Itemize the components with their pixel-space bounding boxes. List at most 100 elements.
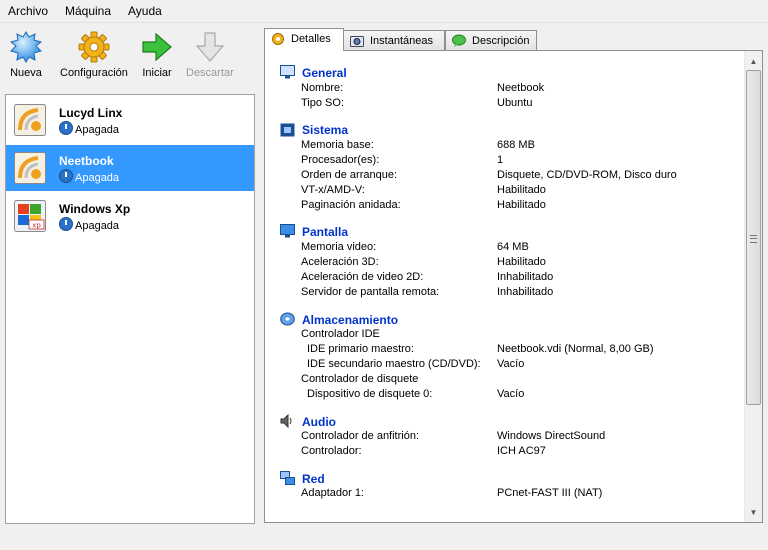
detail-label: Controlador de disquete [301, 373, 419, 385]
vertical-scrollbar[interactable]: ▲ ▼ [744, 51, 762, 522]
tab-details[interactable]: Detalles [264, 28, 344, 51]
new-button-label: Nueva [10, 67, 42, 79]
camera-icon [350, 34, 364, 47]
detail-label: Servidor de pantalla remota: [301, 286, 440, 298]
vm-item[interactable]: xp Windows Xp Apagada [6, 193, 254, 239]
detail-label: Memoria base: [301, 139, 374, 151]
details-panel: General Nombre: Neetbook Tipo SO: Ubuntu… [264, 50, 763, 523]
detail-label: Dispositivo de disquete 0: [307, 388, 433, 400]
power-off-icon [59, 217, 73, 231]
vm-state: Apagada [59, 169, 119, 184]
detail-value: Inhabilitado [497, 286, 554, 298]
display-icon [280, 224, 295, 238]
arrow-down-icon [194, 31, 226, 63]
detail-label: Paginación anidada: [301, 199, 401, 211]
tab-snapshots-label: Instantáneas [370, 35, 433, 47]
toolbar: Nueva Configuración Iniciar Descartar [0, 23, 260, 87]
speaker-icon [280, 413, 295, 429]
detail-value: Habilitado [497, 184, 546, 196]
detail-label: Controlador IDE [301, 328, 380, 340]
detail-label: Tipo SO: [301, 97, 344, 109]
section-audio-title: Audio [302, 415, 336, 429]
vm-state-label: Apagada [75, 124, 120, 136]
detail-value: Disquete, CD/DVD-ROM, Disco duro [497, 169, 677, 181]
network-icon [280, 471, 295, 485]
tab-snapshots[interactable]: Instantáneas [343, 30, 445, 50]
menu-archivo[interactable]: Archivo [8, 4, 48, 18]
detail-label: IDE secundario maestro (CD/DVD): [307, 358, 481, 370]
detail-value: Ubuntu [497, 97, 533, 109]
discard-button[interactable]: Descartar [186, 31, 234, 79]
vm-state: Apagada [59, 121, 119, 136]
section-system-title: Sistema [302, 123, 349, 137]
detail-value: 688 MB [497, 139, 535, 151]
svg-text:xp: xp [32, 222, 41, 230]
detail-value: Vacío [497, 388, 525, 400]
tab-description-label: Descripción [472, 35, 530, 47]
section-storage-title: Almacenamiento [302, 313, 399, 327]
detail-value: Habilitado [497, 256, 546, 268]
detail-value: PCnet-FAST III (NAT) [497, 487, 603, 499]
discard-button-label: Descartar [186, 67, 234, 79]
detail-label: Aceleración 3D: [301, 256, 379, 268]
vm-name: Neetbook [59, 154, 114, 168]
new-vm-icon [9, 31, 43, 63]
vm-list: Lucyd Linx Apagada Neetbook Apagada xp W… [5, 94, 255, 524]
scrollbar-thumb[interactable] [746, 70, 761, 405]
start-button-label: Iniciar [142, 67, 172, 79]
detail-value: ICH AC97 [497, 445, 546, 457]
detail-label: Nombre: [301, 82, 344, 94]
start-button[interactable]: Iniciar [141, 31, 173, 79]
detail-label: Adaptador 1: [301, 487, 364, 499]
detail-label: IDE primario maestro: [307, 343, 414, 355]
new-button[interactable]: Nueva [9, 31, 43, 79]
linux-os-icon [14, 152, 46, 184]
detail-value: 64 MB [497, 241, 529, 253]
scroll-up-arrow-icon[interactable]: ▲ [745, 53, 762, 70]
section-display-title: Pantalla [302, 225, 349, 239]
power-off-icon [59, 121, 73, 135]
menu-ayuda[interactable]: Ayuda [128, 4, 162, 18]
section-network-title: Red [302, 472, 325, 486]
linux-os-icon [14, 104, 46, 136]
detail-value: 1 [497, 154, 504, 166]
detail-label: Aceleración de video 2D: [301, 271, 424, 283]
vm-item[interactable]: Lucyd Linx Apagada [6, 97, 254, 143]
power-off-icon [59, 169, 73, 183]
arrow-right-icon [141, 31, 173, 63]
tab-description[interactable]: Descripción [445, 30, 537, 50]
detail-label: Procesador(es): [301, 154, 380, 166]
vm-name: Windows Xp [59, 202, 131, 216]
hard-disk-icon [280, 312, 295, 326]
vm-state-label: Apagada [75, 172, 120, 184]
menu-bar: Archivo Máquina Ayuda [0, 0, 768, 23]
detail-value: Neetbook.vdi (Normal, 8,00 GB) [497, 343, 654, 355]
vm-state-label: Apagada [75, 220, 120, 232]
menu-maquina[interactable]: Máquina [65, 4, 111, 18]
monitor-icon [280, 65, 295, 79]
settings-button[interactable]: Configuración [60, 31, 128, 79]
vm-name: Lucyd Linx [59, 106, 123, 120]
detail-value: Windows DirectSound [497, 430, 606, 442]
detail-label: Controlador: [301, 445, 362, 457]
vm-state: Apagada [59, 217, 119, 232]
chip-icon [280, 123, 295, 137]
scroll-down-arrow-icon[interactable]: ▼ [745, 504, 762, 521]
gear-icon [271, 32, 285, 45]
tab-details-label: Detalles [291, 33, 331, 45]
grip-icon [750, 235, 757, 243]
windows-xp-os-icon: xp [14, 200, 46, 232]
detail-label: Controlador de anfitrión: [301, 430, 420, 442]
detail-value: Habilitado [497, 199, 546, 211]
gear-icon [78, 31, 110, 63]
detail-value: Inhabilitado [497, 271, 554, 283]
detail-label: VT-x/AMD-V: [301, 184, 365, 196]
speech-bubble-icon [452, 34, 466, 47]
section-general-title: General [302, 66, 347, 80]
vm-item-selected[interactable]: Neetbook Apagada [6, 145, 254, 191]
detail-value: Vacío [497, 358, 525, 370]
detail-label: Orden de arranque: [301, 169, 398, 181]
detail-label: Memoria video: [301, 241, 377, 253]
detail-value: Neetbook [497, 82, 545, 94]
settings-button-label: Configuración [60, 67, 128, 79]
